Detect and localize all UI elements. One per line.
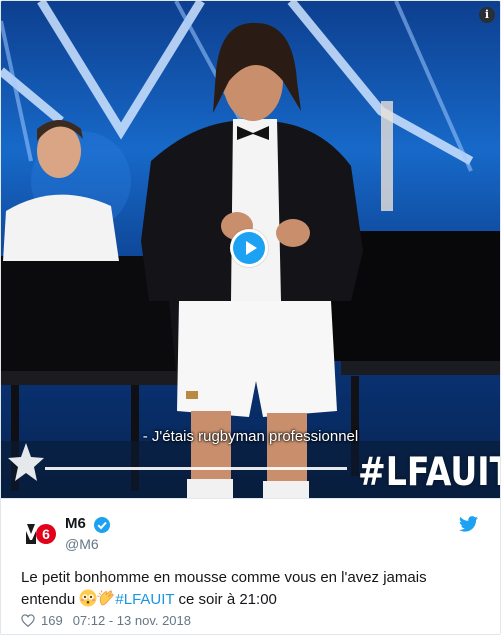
- m6-avatar-logo[interactable]: 6: [21, 516, 57, 552]
- heart-icon[interactable]: [21, 614, 35, 627]
- verified-badge-icon: [94, 517, 110, 533]
- clapping-hands-emoji-icon: [97, 590, 114, 606]
- like-count[interactable]: 169: [41, 613, 63, 628]
- play-button[interactable]: [230, 229, 268, 267]
- play-icon: [233, 232, 265, 264]
- tweet-body: 6 M6 @M6 Le petit bonhomme en mousse com…: [1, 498, 500, 634]
- flushed-face-emoji-icon: [79, 589, 97, 607]
- show-star-logo-icon: [8, 443, 44, 481]
- embedded-tweet-card: i - J'étais rugbyman professionnel #LFAU…: [0, 0, 501, 635]
- tweet-meta: 169 07:12 - 13 nov. 2018: [21, 613, 191, 628]
- author-handle[interactable]: @M6: [65, 536, 99, 552]
- avatar-logo-text: 6: [42, 526, 50, 542]
- tweet-text: Le petit bonhomme en mousse comme vous e…: [21, 567, 481, 611]
- video-hashtag-overlay: #LFAUIT: [358, 450, 500, 495]
- author-name[interactable]: M6: [65, 515, 86, 532]
- tweet-timestamp[interactable]: 07:12 - 13 nov. 2018: [73, 613, 191, 628]
- tweet-hashtag-link[interactable]: #LFAUIT: [115, 591, 174, 608]
- video-player[interactable]: i - J'étais rugbyman professionnel #LFAU…: [1, 1, 500, 498]
- info-icon[interactable]: i: [479, 7, 495, 23]
- video-subtitle: - J'étais rugbyman professionnel: [142, 428, 359, 445]
- overlay-divider: [45, 467, 347, 470]
- twitter-bird-icon[interactable]: [459, 516, 478, 532]
- tweet-text-part2: ce soir à 21:00: [174, 591, 277, 608]
